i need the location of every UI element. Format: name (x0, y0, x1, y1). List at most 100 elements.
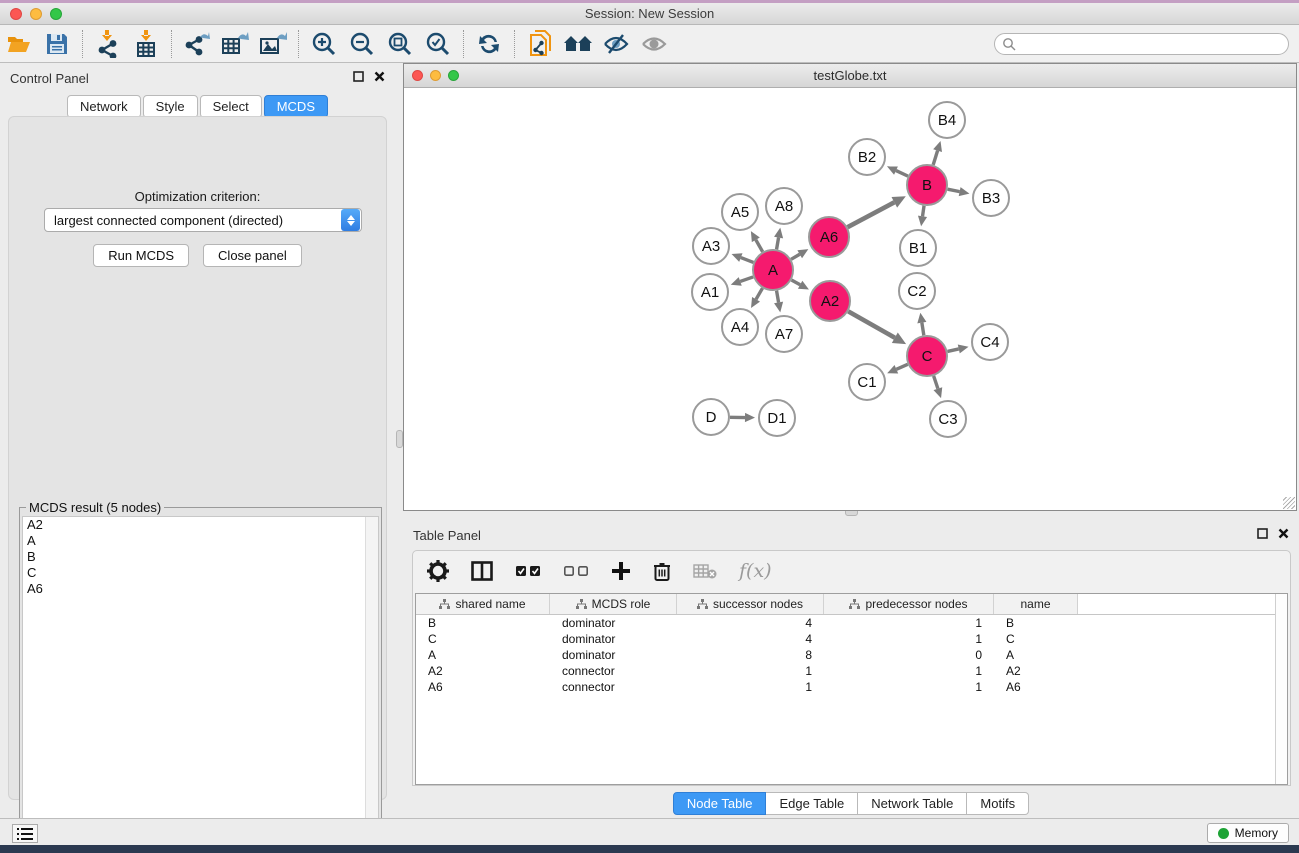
edge-B-B4[interactable] (933, 151, 937, 165)
edge-A-A4[interactable] (756, 288, 762, 299)
split-columns-icon[interactable] (471, 561, 493, 581)
network-canvas[interactable]: AA1A2A3A4A5A6A7A8BB1B2B3B4CC1C2C3C4DD1 (404, 88, 1296, 510)
hide-panel-eye-icon[interactable] (597, 28, 635, 60)
refresh-icon[interactable] (470, 28, 508, 60)
edge-A-A1[interactable] (740, 277, 753, 282)
memory-button[interactable]: Memory (1207, 823, 1289, 843)
tab-node-table[interactable]: Node Table (673, 792, 767, 815)
edge-A2-C[interactable] (848, 311, 895, 337)
network-graph[interactable]: AA1A2A3A4A5A6A7A8BB1B2B3B4CC1C2C3C4DD1 (404, 88, 1296, 510)
mcds-result-list[interactable]: A2ABCA6 (22, 516, 379, 844)
table-row[interactable]: Adominator80A (416, 647, 1287, 663)
export-table-icon[interactable] (216, 28, 254, 60)
table-cell[interactable]: 1 (824, 664, 994, 678)
list-scrollbar[interactable] (365, 517, 378, 843)
checked-columns-icon[interactable] (515, 565, 541, 577)
tab-style[interactable]: Style (143, 95, 198, 118)
table-cell[interactable]: A2 (994, 664, 1078, 678)
table-cell[interactable]: 1 (677, 664, 824, 678)
table-cell[interactable]: 1 (677, 680, 824, 694)
edge-C-C4[interactable] (947, 349, 958, 352)
table-cell[interactable]: B (994, 616, 1078, 630)
table-cell[interactable]: A6 (994, 680, 1078, 694)
table-cell[interactable]: connector (550, 680, 677, 694)
table-row[interactable]: Bdominator41B (416, 615, 1287, 631)
mcds-result-item[interactable]: A2 (23, 517, 378, 533)
table-row[interactable]: A2connector11A2 (416, 663, 1287, 679)
table-cell[interactable]: dominator (550, 616, 677, 630)
zoom-selected-icon[interactable] (419, 28, 457, 60)
import-table-icon[interactable] (127, 28, 165, 60)
table-cell[interactable]: 1 (824, 632, 994, 646)
edge-C-C1[interactable] (896, 364, 907, 369)
table-cell[interactable]: A2 (416, 664, 550, 678)
mcds-result-item[interactable]: A (23, 533, 378, 549)
node-table[interactable]: shared nameMCDS rolesuccessor nodesprede… (415, 593, 1288, 785)
resize-corner-icon[interactable] (1283, 497, 1295, 509)
add-column-icon[interactable] (611, 561, 631, 581)
close-panel-icon[interactable] (374, 71, 385, 82)
import-network-icon[interactable] (89, 28, 127, 60)
home-icon[interactable] (559, 28, 597, 60)
edge-C-C3[interactable] (934, 376, 938, 389)
table-cell[interactable]: A (416, 648, 550, 662)
task-history-button[interactable] (12, 824, 38, 843)
table-cell[interactable]: connector (550, 664, 677, 678)
table-cell[interactable]: C (994, 632, 1078, 646)
delete-column-icon[interactable] (653, 561, 671, 582)
table-cell[interactable]: 0 (824, 648, 994, 662)
edge-C-C2[interactable] (922, 323, 924, 336)
unchecked-columns-icon[interactable] (563, 565, 589, 577)
table-cell[interactable]: B (416, 616, 550, 630)
window-titlebar[interactable]: Session: New Session (0, 3, 1299, 25)
column-header-MCDS-role[interactable]: MCDS role (550, 594, 677, 614)
table-scrollbar[interactable] (1275, 594, 1287, 784)
table-cell[interactable]: dominator (550, 648, 677, 662)
float-panel-icon[interactable] (353, 71, 364, 82)
edge-A-A2[interactable] (791, 280, 800, 285)
column-header-shared-name[interactable]: shared name (416, 594, 550, 614)
table-cell[interactable]: A (994, 648, 1078, 662)
table-cell[interactable]: 1 (824, 680, 994, 694)
edge-A6-B[interactable] (848, 202, 895, 227)
new-network-from-file-icon[interactable] (521, 28, 559, 60)
export-network-icon[interactable] (178, 28, 216, 60)
table-cell[interactable]: A6 (416, 680, 550, 694)
edge-B-B2[interactable] (896, 171, 908, 177)
table-cell[interactable]: dominator (550, 632, 677, 646)
column-header-predecessor-nodes[interactable]: predecessor nodes (824, 594, 994, 614)
column-header-name[interactable]: name (994, 594, 1078, 614)
show-panel-eye-icon[interactable] (635, 28, 673, 60)
zoom-out-icon[interactable] (343, 28, 381, 60)
search-input[interactable] (994, 33, 1289, 55)
mcds-result-item[interactable]: B (23, 549, 378, 565)
tab-network-table[interactable]: Network Table (858, 792, 967, 815)
optimization-criterion-select[interactable]: largest connected component (directed) (44, 208, 362, 232)
edge-A-A3[interactable] (741, 258, 754, 263)
mcds-result-item[interactable]: C (23, 565, 378, 581)
float-panel-icon[interactable] (1257, 528, 1268, 539)
table-row[interactable]: Cdominator41C (416, 631, 1287, 647)
edge-A-A6[interactable] (791, 254, 800, 259)
table-cell[interactable]: 4 (677, 616, 824, 630)
vertical-splitter-handle[interactable] (396, 430, 403, 448)
close-panel-button[interactable]: Close panel (203, 244, 302, 267)
tab-select[interactable]: Select (200, 95, 262, 118)
table-cell[interactable]: 4 (677, 632, 824, 646)
edge-B-B1[interactable] (923, 206, 925, 217)
edge-A-A7[interactable] (777, 291, 779, 303)
export-image-icon[interactable] (254, 28, 292, 60)
table-cell[interactable]: C (416, 632, 550, 646)
edge-A-A8[interactable] (777, 238, 779, 250)
tab-mcds[interactable]: MCDS (264, 95, 328, 118)
table-cell[interactable]: 1 (824, 616, 994, 630)
tab-motifs[interactable]: Motifs (967, 792, 1029, 815)
edge-A-A5[interactable] (756, 240, 763, 252)
tab-edge-table[interactable]: Edge Table (766, 792, 858, 815)
table-row[interactable]: A6connector11A6 (416, 679, 1287, 695)
save-session-icon[interactable] (38, 28, 76, 60)
network-window-titlebar[interactable]: testGlobe.txt (404, 64, 1296, 88)
run-mcds-button[interactable]: Run MCDS (93, 244, 189, 267)
open-file-icon[interactable] (0, 28, 38, 60)
tab-network[interactable]: Network (67, 95, 141, 118)
